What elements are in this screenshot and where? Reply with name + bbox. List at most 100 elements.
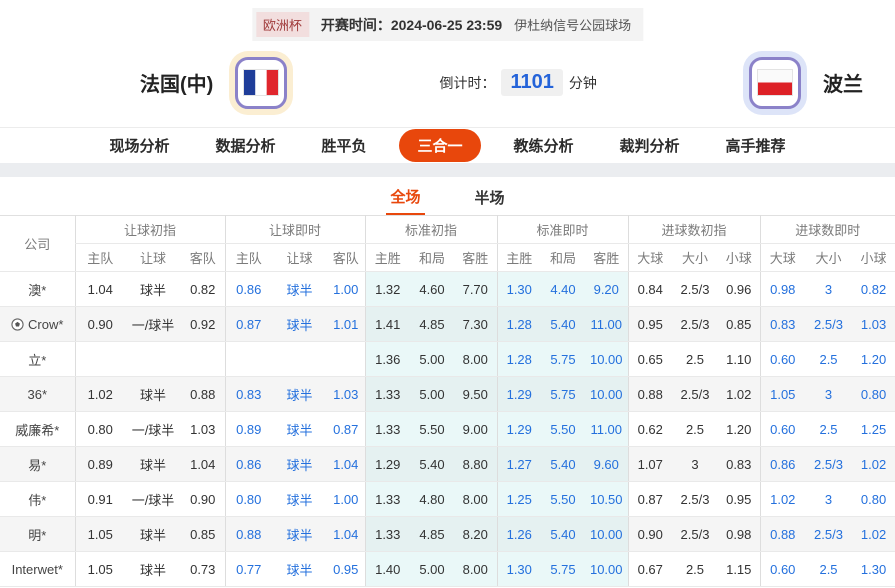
column-subheader: 客队 — [181, 244, 225, 272]
match-info-bar: 欧洲杯 开赛时间：2024-06-25 23:59 伊杜纳信号公园球场 — [252, 8, 643, 41]
venue-name: 伊杜纳信号公园球场 — [514, 15, 631, 34]
countdown-label: 倒计时： — [439, 75, 495, 91]
odds-cell: 8.00 — [454, 552, 497, 587]
subtab-half-match[interactable]: 半场 — [471, 179, 509, 214]
odds-cell: 1.04 — [327, 447, 365, 482]
odds-cell: 1.29 — [497, 412, 541, 447]
league-badge: 欧洲杯 — [256, 12, 309, 37]
odds-cell: 2.5 — [805, 342, 852, 377]
tab-win-draw-lose[interactable]: 胜平负 — [298, 135, 389, 156]
odds-cell: 1.05 — [75, 517, 125, 552]
odds-cell: 0.73 — [181, 552, 225, 587]
odds-cell: 1.40 — [365, 552, 410, 587]
odds-cell: 球半 — [272, 447, 327, 482]
teams-row: 法国(中) 倒计时：1101分钟 波兰 — [0, 40, 895, 125]
odds-cell: 0.95 — [327, 552, 365, 587]
company-cell[interactable]: Crow* — [0, 307, 75, 342]
odds-cell: 4.85 — [410, 307, 454, 342]
odds-table-body: 澳*1.04球半0.820.86球半1.001.324.607.701.304.… — [0, 272, 895, 587]
odds-cell: 球半 — [272, 307, 327, 342]
odds-cell: 10.00 — [585, 377, 628, 412]
odds-cell: 0.67 — [628, 552, 672, 587]
column-subheader: 主队 — [75, 244, 125, 272]
table-row: 立*1.365.008.001.285.7510.000.652.51.100.… — [0, 342, 895, 377]
tab-expert-picks[interactable]: 高手推荐 — [703, 135, 809, 156]
company-cell[interactable]: 立* — [0, 342, 75, 377]
odds-cell: 3 — [805, 272, 852, 307]
odds-cell: 0.87 — [628, 482, 672, 517]
tab-live-analysis[interactable]: 现场分析 — [86, 135, 192, 156]
table-row: 澳*1.04球半0.820.86球半1.001.324.607.701.304.… — [0, 272, 895, 307]
tab-three-in-one[interactable]: 三合一 — [399, 129, 480, 162]
table-row: 易*0.89球半1.040.86球半1.041.295.408.801.275.… — [0, 447, 895, 482]
column-subheader: 小球 — [718, 244, 760, 272]
company-cell[interactable]: 36* — [0, 377, 75, 412]
odds-cell: 1.04 — [327, 517, 365, 552]
odds-cell: 1.02 — [852, 517, 895, 552]
section-divider — [0, 163, 895, 177]
column-subheader: 客队 — [327, 244, 365, 272]
column-subheader: 主胜 — [365, 244, 410, 272]
france-flag-icon — [244, 70, 278, 95]
odds-cell: 球半 — [272, 377, 327, 412]
home-team: 法国(中) — [140, 57, 287, 109]
column-group-header: 进球数初指 — [628, 216, 760, 244]
odds-cell: 一/球半 — [125, 412, 181, 447]
odds-cell: 0.86 — [225, 447, 272, 482]
odds-cell: 2.5/3 — [805, 307, 852, 342]
odds-cell: 5.00 — [410, 552, 454, 587]
company-cell[interactable]: 伟* — [0, 482, 75, 517]
period-subtabs: 全场 半场 — [0, 177, 895, 215]
odds-cell: 10.00 — [585, 342, 628, 377]
company-cell[interactable]: 易* — [0, 447, 75, 482]
table-row: 明*1.05球半0.850.88球半1.041.334.858.201.265.… — [0, 517, 895, 552]
odds-cell: 2.5/3 — [672, 272, 718, 307]
odds-cell: 球半 — [272, 552, 327, 587]
odds-cell: 0.88 — [760, 517, 805, 552]
odds-cell: 0.98 — [760, 272, 805, 307]
odds-cell: 0.83 — [225, 377, 272, 412]
odds-cell: 1.02 — [760, 482, 805, 517]
odds-cell: 1.04 — [75, 272, 125, 307]
tab-referee-analysis[interactable]: 裁判分析 — [597, 135, 703, 156]
odds-cell: 0.60 — [760, 342, 805, 377]
company-cell[interactable]: Interwet* — [0, 552, 75, 587]
tab-coach-analysis[interactable]: 教练分析 — [491, 135, 597, 156]
odds-cell: 球半 — [125, 272, 181, 307]
odds-cell: 0.90 — [75, 307, 125, 342]
odds-cell: 1.30 — [852, 552, 895, 587]
odds-cell: 1.33 — [365, 412, 410, 447]
odds-cell: 8.00 — [454, 482, 497, 517]
company-cell[interactable]: 威廉希* — [0, 412, 75, 447]
subtab-full-match[interactable]: 全场 — [386, 178, 424, 215]
odds-cell — [225, 342, 272, 377]
odds-cell: 5.50 — [541, 412, 585, 447]
odds-cell: 0.80 — [852, 377, 895, 412]
odds-cell: 0.77 — [225, 552, 272, 587]
column-subheader: 和局 — [541, 244, 585, 272]
odds-cell: 5.40 — [541, 517, 585, 552]
odds-cell: 0.62 — [628, 412, 672, 447]
odds-cell: 8.20 — [454, 517, 497, 552]
odds-cell: 3 — [805, 482, 852, 517]
odds-cell: 1.00 — [327, 272, 365, 307]
odds-cell: 球半 — [272, 412, 327, 447]
tab-data-analysis[interactable]: 数据分析 — [192, 135, 298, 156]
company-cell[interactable]: 澳* — [0, 272, 75, 307]
odds-cell: 7.30 — [454, 307, 497, 342]
odds-cell: 2.5 — [805, 552, 852, 587]
odds-cell: 5.50 — [541, 482, 585, 517]
company-cell[interactable]: 明* — [0, 517, 75, 552]
odds-cell: 0.83 — [718, 447, 760, 482]
odds-cell: 11.00 — [585, 307, 628, 342]
odds-cell: 0.90 — [628, 517, 672, 552]
odds-cell: 5.50 — [410, 412, 454, 447]
main-nav: 现场分析 数据分析 胜平负 三合一 教练分析 裁判分析 高手推荐 — [0, 127, 895, 163]
odds-cell: 0.87 — [327, 412, 365, 447]
odds-cell: 4.40 — [541, 272, 585, 307]
table-row: 威廉希*0.80一/球半1.030.89球半0.871.335.509.001.… — [0, 412, 895, 447]
odds-cell: 球半 — [125, 552, 181, 587]
match-header: 欧洲杯 开赛时间：2024-06-25 23:59 伊杜纳信号公园球场 法国(中… — [0, 0, 895, 127]
away-team: 波兰 — [749, 57, 863, 109]
odds-cell: 0.80 — [852, 482, 895, 517]
